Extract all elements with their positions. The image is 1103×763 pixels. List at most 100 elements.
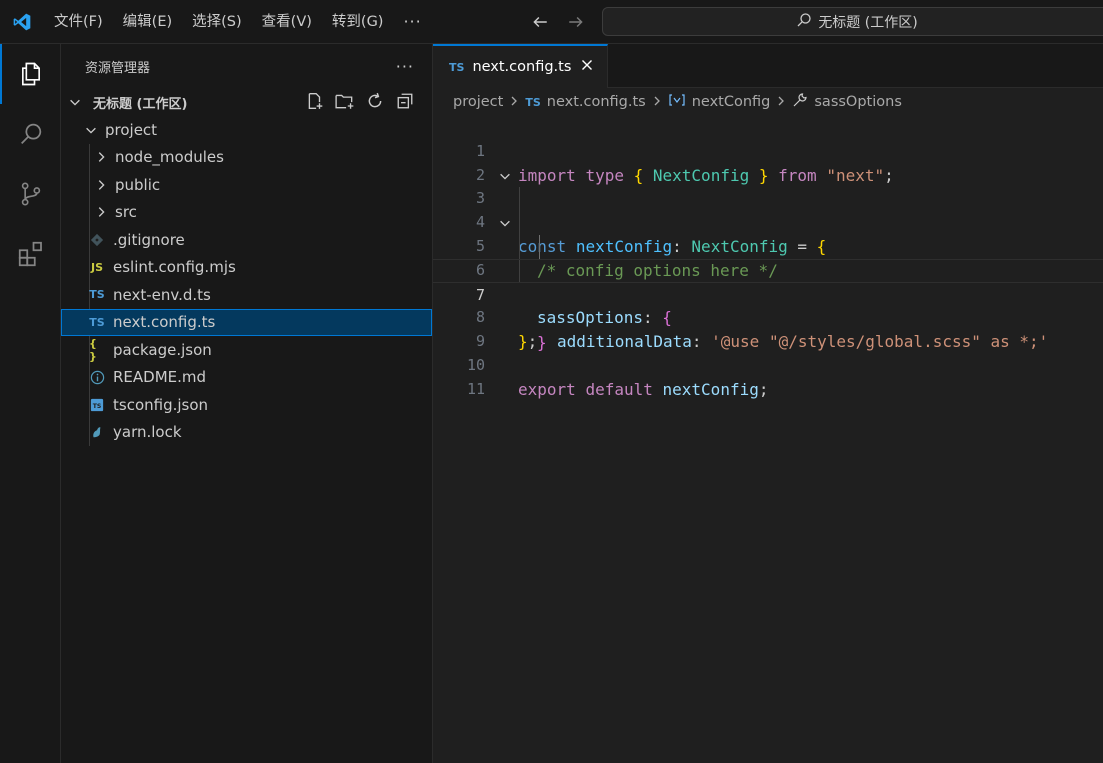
line-number: 11 [466,379,485,398]
tab-label: next.config.ts [472,59,572,75]
fold-chevron-icon[interactable] [497,168,513,184]
tree-item-readme[interactable]: README.md [61,364,432,392]
code-editor[interactable]: 1 import type { NextConfig } from "next"… [433,116,1103,399]
code-line: 9 [433,306,1103,350]
source-control-icon[interactable] [0,164,61,224]
tree-item-node-modules[interactable]: node_modules [61,144,432,172]
menu-view[interactable]: 查看(V) [252,7,322,37]
code-line-current: 7 } [433,258,1103,352]
search-icon [796,12,812,32]
tree-item-label: package.json [113,340,212,359]
code-line: 1 import type { NextConfig } from "next"… [433,116,1103,185]
tree-item-label: yarn.lock [113,423,182,442]
tree-item-src[interactable]: src [61,199,432,227]
close-icon[interactable] [579,57,595,77]
breadcrumb-folder[interactable]: project [453,94,503,110]
code-line: 10 export default nextConfig; [433,330,1103,399]
sidebar-more-button[interactable]: ··· [396,57,414,76]
git-icon [89,232,105,248]
explorer-icon[interactable] [0,44,61,104]
tree-item-next-config[interactable]: TS next.config.ts [61,308,432,336]
breadcrumb-file-label: next.config.ts [546,94,646,110]
command-center-search[interactable]: 无标题 (工作区) [602,7,1103,36]
activity-bar [0,44,61,763]
chevron-down-icon [83,122,99,138]
code-line: 6 additionalData: '@use "@/styles/global… [433,234,1103,351]
search-activity-icon[interactable] [0,104,61,164]
code-line: 2 [433,140,1103,184]
breadcrumb-file[interactable]: TS next.config.ts [525,94,645,110]
typescript-icon: TS [449,60,465,74]
indent-guide [519,234,520,259]
code-line: 4 /* config options here */ [433,187,1103,280]
refresh-icon[interactable] [364,90,386,112]
tree-item-public[interactable]: public [61,171,432,199]
tree-item-next-env[interactable]: TS next-env.d.ts [61,281,432,309]
chevron-right-icon [93,149,109,165]
menu-file[interactable]: 文件(F) [44,7,113,37]
breadcrumb: project TS next.config.ts nextConfig sas… [433,88,1103,116]
info-icon [89,369,105,385]
tsconfig-icon: TS [89,397,105,413]
chevron-right-icon [652,95,662,110]
new-folder-icon[interactable] [334,90,356,112]
breadcrumb-symbol-label: nextConfig [691,94,771,110]
menu-edit[interactable]: 编辑(E) [113,7,182,37]
tree-item-yarn-lock[interactable]: yarn.lock [61,419,432,447]
indent-guide [519,187,520,212]
wrench-icon [792,92,808,112]
tree-item-eslint-config[interactable]: JS eslint.config.mjs [61,254,432,282]
tree-item-tsconfig[interactable]: TS tsconfig.json [61,391,432,419]
breadcrumb-symbol-property[interactable]: sassOptions [792,92,902,112]
tree-item-label: project [105,120,158,139]
chevron-right-icon [509,95,519,110]
workspace-title: 无标题 (工作区) [93,96,188,112]
tree-item-label: node_modules [115,148,224,167]
vscode-logo-icon [0,0,44,44]
typescript-icon: TS [525,95,541,109]
json-braces-icon: { } [89,336,97,363]
menu-bar: 文件(F) 编辑(E) 选择(S) 查看(V) 转到(G) ··· [44,7,432,37]
tree-root-folder[interactable]: project [61,116,432,144]
breadcrumb-symbol-variable[interactable]: nextConfig [668,93,771,111]
editor-area: TS next.config.ts project TS next.config… [433,44,1103,763]
chevron-right-icon [776,95,786,110]
editor-tabs: TS next.config.ts [433,44,1103,88]
new-file-icon[interactable] [304,90,326,112]
tree-item-label: next.config.ts [113,313,216,332]
menu-more-button[interactable]: ··· [393,12,431,31]
javascript-icon: JS [90,260,103,274]
code-line: 11 [433,354,1103,398]
sidebar-title: 资源管理器 [85,60,151,76]
code-line: 8 }; [433,283,1103,351]
yarn-icon [89,424,105,440]
tree-children: node_modules public src .gitignore JS es… [61,143,432,447]
indent-guide [519,259,520,282]
fold-chevron-icon[interactable] [497,215,513,231]
extensions-icon[interactable] [0,224,61,284]
tree-item-package-json[interactable]: { } package.json [61,336,432,364]
collapse-all-icon[interactable] [394,90,416,112]
breadcrumb-symbol-label: sassOptions [814,94,902,110]
typescript-icon: TS [89,288,105,302]
menu-go[interactable]: 转到(G) [322,7,394,37]
code-line: 5 sassOptions: { [433,211,1103,327]
workspace-header[interactable]: 无标题 (工作区) [61,88,432,116]
tree-item-label: next-env.d.ts [113,285,211,304]
tree-item-label: README.md [113,368,207,387]
indent-guide [519,211,520,235]
tree-item-label: tsconfig.json [113,395,209,414]
tree-item-label: src [115,203,137,222]
command-center-label: 无标题 (工作区) [818,14,918,31]
menu-selection[interactable]: 选择(S) [182,7,252,37]
chevron-down-icon [67,94,83,110]
tab-next-config[interactable]: TS next.config.ts [433,44,609,88]
forward-arrow-icon[interactable] [564,10,588,34]
svg-text:TS: TS [93,403,102,410]
variable-icon [668,93,686,111]
tree-item-label: public [115,175,161,194]
explorer-sidebar: 资源管理器 ··· 无标题 (工作区) project node_modules… [61,44,433,763]
tree-item-gitignore[interactable]: .gitignore [61,226,432,254]
back-arrow-icon[interactable] [528,10,552,34]
chevron-right-icon [93,204,109,220]
